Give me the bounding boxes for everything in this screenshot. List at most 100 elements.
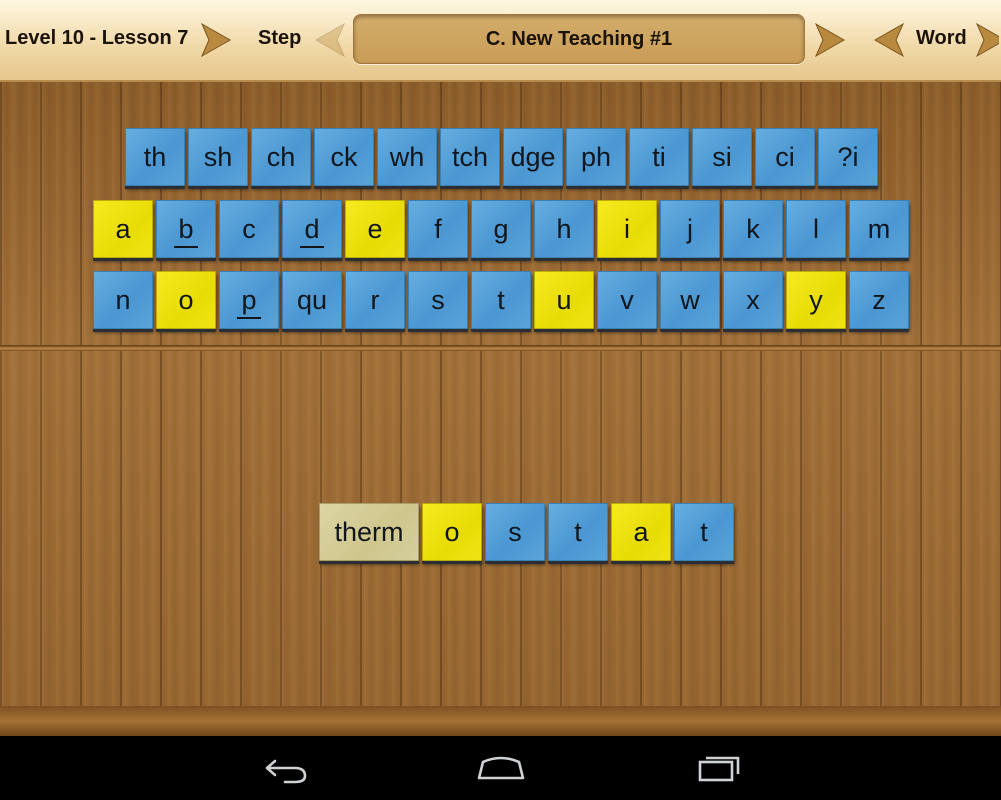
tile-label: dge [510,141,556,172]
letter-tile-j[interactable]: j [660,200,720,258]
letter-tile-k[interactable]: k [723,200,783,258]
word-prev-arrow-icon[interactable] [873,22,905,58]
letter-tile-d[interactable]: d [282,200,342,258]
tile-label: v [620,284,634,315]
tile-label: a [633,516,649,547]
letter-tile-ci[interactable]: ci [755,128,815,186]
step-next-arrow-icon[interactable] [814,22,846,58]
letter-tile-w[interactable]: w [660,271,720,329]
tile-label: z [872,284,886,315]
step-label: Step [258,27,302,49]
tile-label: t [700,516,708,547]
tile-label: y [809,284,823,315]
tile-label: si [712,141,732,172]
tile-label: a [115,213,131,244]
word-tile[interactable]: o [422,503,482,561]
letter-tile-ch[interactable]: ch [251,128,311,186]
letter-tile-ph[interactable]: ph [566,128,626,186]
letter-tile-o[interactable]: o [156,271,216,329]
tile-label: m [867,213,891,244]
tile-label: qu [296,284,328,315]
shelf-divider [0,345,1001,351]
letter-tile-c[interactable]: c [219,200,279,258]
letter-tile-i[interactable]: i [597,200,657,258]
tile-label: wh [389,141,425,172]
word-tile[interactable]: t [548,503,608,561]
word-tile[interactable]: s [485,503,545,561]
tile-label: ph [580,141,612,172]
level-lesson-label: Level 10 - Lesson 7 [5,27,189,49]
letter-tile-u[interactable]: u [534,271,594,329]
tile-label: w [680,284,700,315]
tile-label: p [237,284,261,319]
letter-tile-v[interactable]: v [597,271,657,329]
letter-tile-qi[interactable]: ?i [818,128,878,186]
letter-tile-r[interactable]: r [345,271,405,329]
letter-tile-x[interactable]: x [723,271,783,329]
tile-label: h [556,213,572,244]
tile-label: b [174,213,198,248]
letter-tile-a[interactable]: a [93,200,153,258]
word-tile[interactable]: t [674,503,734,561]
bottom-rail [0,706,1001,736]
recent-apps-icon[interactable] [688,748,748,788]
letter-tile-l[interactable]: l [786,200,846,258]
back-icon[interactable] [255,748,315,788]
tile-label: n [115,284,131,315]
letter-tile-s[interactable]: s [408,271,468,329]
tile-label: l [813,213,819,244]
home-icon[interactable] [471,748,531,788]
letter-tile-y[interactable]: y [786,271,846,329]
tile-label: u [556,284,572,315]
tile-label: i [624,213,630,244]
tile-label: th [143,141,167,172]
letter-tile-b[interactable]: b [156,200,216,258]
tile-label: ci [775,141,795,172]
letter-tile-sh[interactable]: sh [188,128,248,186]
tile-label: o [444,516,460,547]
letter-tile-n[interactable]: n [93,271,153,329]
step-prev-arrow-icon[interactable] [314,22,346,58]
tile-label: s [508,516,522,547]
letter-tile-g[interactable]: g [471,200,531,258]
letter-tile-h[interactable]: h [534,200,594,258]
tile-label: sh [203,141,233,172]
lesson-next-arrow-icon[interactable] [200,22,232,58]
word-tile[interactable]: a [611,503,671,561]
tile-label: ti [652,141,666,172]
letter-tile-qu[interactable]: qu [282,271,342,329]
tile-label: o [178,284,194,315]
tile-label: tch [451,141,489,172]
tile-label: therm [334,516,404,547]
letter-tile-m[interactable]: m [849,200,909,258]
step-title: C. New Teaching #1 [485,27,673,50]
tile-label: j [687,213,693,244]
word-label: Word [916,27,967,49]
letter-tile-t[interactable]: t [471,271,531,329]
tile-label: f [434,213,442,244]
letter-tile-si[interactable]: si [692,128,752,186]
word-tile[interactable]: therm [319,503,419,561]
letter-tile-f[interactable]: f [408,200,468,258]
tile-label: x [746,284,760,315]
tile-label: ch [266,141,296,172]
letter-tile-tch[interactable]: tch [440,128,500,186]
tile-label: ck [330,141,358,172]
letter-tile-ck[interactable]: ck [314,128,374,186]
tile-label: ?i [837,141,859,172]
letter-tile-e[interactable]: e [345,200,405,258]
word-next-arrow-icon[interactable] [975,22,999,58]
wood-board: th sh ch ck wh tch dge ph ti si ci ?i a b c d e f g h i j k l m n… [0,82,1001,736]
letter-tile-p[interactable]: p [219,271,279,329]
lesson-header: Level 10 - Lesson 7 Step C. New Teaching… [0,0,1001,82]
letter-tile-dge[interactable]: dge [503,128,563,186]
letter-tile-wh[interactable]: wh [377,128,437,186]
letter-tile-z[interactable]: z [849,271,909,329]
step-title-box: C. New Teaching #1 [353,14,805,64]
letter-tile-ti[interactable]: ti [629,128,689,186]
tile-label: g [493,213,509,244]
tile-label: k [746,213,760,244]
tile-label: r [370,284,380,315]
tile-label: e [367,213,383,244]
letter-tile-th[interactable]: th [125,128,185,186]
